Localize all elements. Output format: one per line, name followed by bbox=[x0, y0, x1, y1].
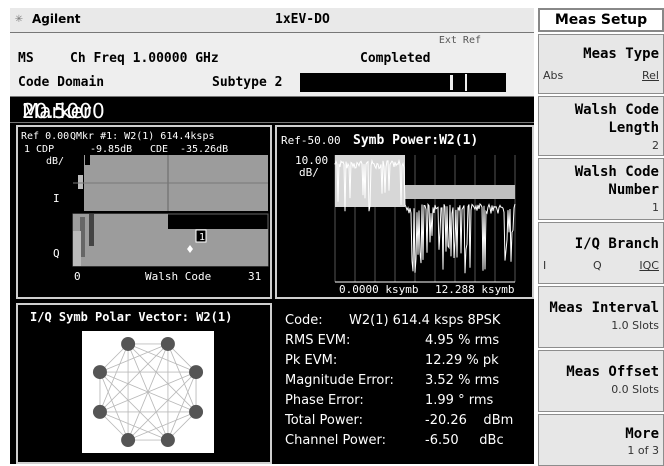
result-row: Channel Power: -6.50 dBc bbox=[285, 433, 504, 448]
result-row: Phase Error: 1.99 ° rms bbox=[285, 393, 494, 408]
cde-label: CDE bbox=[150, 144, 168, 155]
polar-title: I/Q Symb Polar Vector: W2(1) bbox=[30, 310, 232, 324]
constellation-point bbox=[92, 404, 107, 419]
cdp-label: 1 CDP bbox=[24, 144, 54, 155]
meas-interval-label: Meas Interval bbox=[549, 300, 659, 316]
subtype-label: Subtype 2 bbox=[212, 75, 283, 90]
measurement-name: Code Domain bbox=[18, 75, 105, 90]
symb-scale-unit: dB/ bbox=[299, 166, 319, 179]
meas-type-rel: Rel bbox=[642, 69, 659, 82]
mode-title: 1xEV-DO bbox=[275, 12, 330, 27]
result-row: Pk EVM: 12.29 % pk bbox=[285, 353, 499, 368]
iq-branch-q: Q bbox=[593, 259, 602, 272]
marker-value: 20.5000 bbox=[22, 99, 105, 123]
iq-branch-i: I bbox=[543, 259, 547, 272]
symb-ref: Ref-50.00 bbox=[281, 134, 341, 147]
more-key[interactable]: More 1 of 3 bbox=[538, 414, 664, 466]
trigger-status: Ext Ref bbox=[438, 35, 481, 46]
result-row: Code: W2(1) 614.4 ksps 8PSK bbox=[285, 313, 501, 328]
meas-offset-key[interactable]: Meas Offset 0.0 Slots bbox=[538, 350, 664, 412]
meas-type-label: Meas Type bbox=[583, 46, 659, 62]
polar-vector-pane[interactable]: I/Q Symb Polar Vector: W2(1) bbox=[16, 303, 272, 464]
walsh-code-number-key[interactable]: Walsh Code Number 1 bbox=[538, 158, 664, 220]
symb-mid-block bbox=[405, 185, 515, 199]
symb-x-start: 0.0000 ksymb bbox=[339, 283, 418, 296]
code-domain-pane[interactable]: Ref 0.00 QMkr #1: W2(1) 614.4ksps 1 CDP … bbox=[16, 125, 272, 299]
cdp-marker-readout: QMkr #1: W2(1) 614.4ksps bbox=[70, 131, 215, 142]
more-value: 1 of 3 bbox=[627, 444, 659, 457]
x-axis-label: Walsh Code bbox=[145, 270, 211, 283]
meas-interval-value: 1.0 Slots bbox=[611, 319, 659, 332]
meas-offset-label: Meas Offset bbox=[566, 364, 659, 380]
marker-readout: Marker 20.5000 bbox=[10, 96, 534, 123]
marker-number: 1 bbox=[199, 232, 205, 243]
status-bar: Ext Ref MS Ch Freq 1.00000 GHz Completed… bbox=[10, 33, 534, 96]
result-row: Total Power: -20.26 dBm bbox=[285, 413, 514, 428]
status-indicator-bar bbox=[300, 73, 506, 92]
symb-x-end: 12.288 ksymb bbox=[435, 283, 514, 296]
x-axis-end: 31 bbox=[248, 270, 261, 283]
iq-branch-iqc: IQC bbox=[639, 259, 659, 272]
walsh-number-line1: Walsh Code bbox=[574, 164, 659, 180]
cdp-value: -9.85dB bbox=[90, 144, 132, 155]
meas-offset-value: 0.0 Slots bbox=[611, 383, 659, 396]
cdp-ref: Ref 0.00 bbox=[21, 131, 69, 142]
walsh-length-value: 2 bbox=[652, 139, 659, 152]
results-table: Code: W2(1) 614.4 ksps 8PSK RMS EVM: 4.95 … bbox=[275, 305, 534, 464]
meas-interval-key[interactable]: Meas Interval 1.0 Slots bbox=[538, 286, 664, 348]
walsh-length-line1: Walsh Code bbox=[574, 102, 659, 118]
softkey-menu-title: Meas Setup bbox=[538, 8, 664, 32]
meas-type-key[interactable]: Meas Type Abs Rel bbox=[538, 34, 664, 94]
ms-label: MS bbox=[18, 51, 34, 66]
constellation-point bbox=[189, 365, 204, 380]
constellation-point bbox=[189, 404, 204, 419]
channel-frequency: Ch Freq 1.00000 GHz bbox=[70, 51, 219, 66]
constellation-point bbox=[160, 336, 175, 351]
constellation-point bbox=[92, 365, 107, 380]
title-bar: ✳ Agilent 1xEV-DO bbox=[10, 8, 534, 33]
cde-value: -35.26dB bbox=[180, 144, 228, 155]
more-label: More bbox=[625, 426, 659, 442]
walsh-code-length-key[interactable]: Walsh Code Length 2 bbox=[538, 96, 664, 156]
constellation-point bbox=[121, 433, 136, 448]
q-branch-bars-right bbox=[168, 229, 268, 266]
q-branch-bars bbox=[73, 214, 168, 266]
x-axis-start: 0 bbox=[74, 270, 81, 283]
symbol-power-pane[interactable]: Ref-50.00 Symb Power:W2(1) 10.00 dB/ 0.0… bbox=[275, 125, 534, 299]
result-row: RMS EVM: 4.95 % rms bbox=[285, 333, 500, 348]
iq-branch-label: I/Q Branch bbox=[574, 236, 659, 252]
measurement-status: Completed bbox=[360, 51, 431, 66]
agilent-logo-icon: ✳ bbox=[15, 11, 23, 26]
meas-type-abs: Abs bbox=[543, 69, 564, 82]
symb-title: Symb Power:W2(1) bbox=[353, 133, 478, 148]
walsh-length-line2: Length bbox=[608, 120, 659, 136]
q-branch-label: Q bbox=[53, 247, 60, 260]
cdp-scale: dB/ bbox=[46, 156, 64, 167]
i-branch-label: I bbox=[53, 192, 60, 205]
iq-branch-key[interactable]: I/Q Branch I Q IQC bbox=[538, 222, 664, 284]
result-row: Magnitude Error: 3.52 % rms bbox=[285, 373, 500, 388]
constellation-point bbox=[121, 336, 136, 351]
brand-label: Agilent bbox=[32, 12, 81, 26]
walsh-number-line2: Number bbox=[608, 182, 659, 198]
constellation-point bbox=[160, 433, 175, 448]
softkey-panel: Meas Setup Meas Type Abs Rel Walsh Code … bbox=[538, 8, 664, 466]
symb-trace bbox=[334, 158, 516, 274]
walsh-number-value: 1 bbox=[652, 201, 659, 214]
instrument-screen: ✳ Agilent 1xEV-DO Ext Ref MS Ch Freq 1.0… bbox=[10, 8, 534, 464]
